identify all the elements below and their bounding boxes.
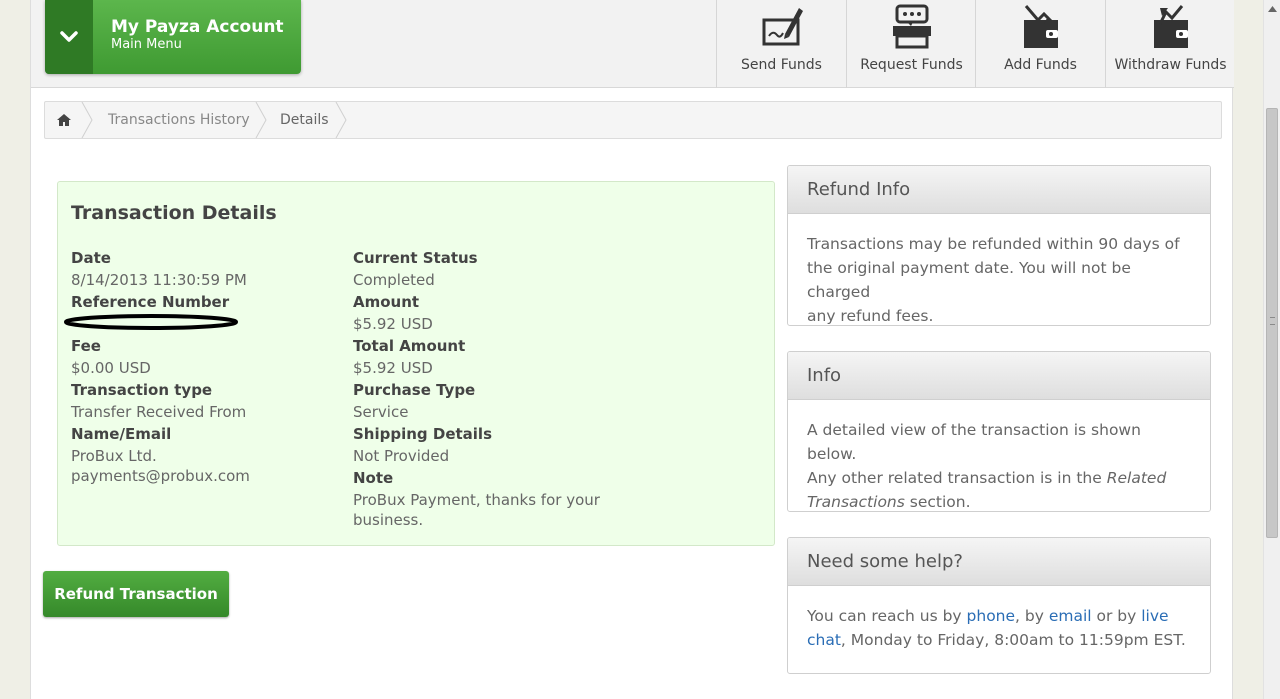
transaction-details-title: Transaction Details [71, 202, 277, 224]
add-funds-label: Add Funds [1004, 57, 1077, 73]
chevron-down-icon [45, 0, 93, 74]
shipping-details-label: Shipping Details [353, 425, 493, 443]
amount-label: Amount [353, 293, 420, 311]
related-transactions-em: Related [1106, 469, 1167, 487]
wallet-withdraw-icon [1106, 4, 1235, 50]
breadcrumb-transactions-history[interactable]: Transactions History [108, 102, 250, 138]
fee-label: Fee [71, 337, 101, 355]
purchase-type-value: Service [353, 403, 409, 421]
total-amount-label: Total Amount [353, 337, 466, 355]
related-transactions-em: Transactions [807, 493, 905, 511]
refund-info-text: Transactions may be refunded within 90 d… [807, 235, 1180, 253]
name-email-label: Name/Email [71, 425, 172, 443]
help-text-part: You can reach us by [807, 607, 967, 625]
account-menu-button[interactable]: My Payza Account Main Menu [45, 0, 301, 74]
help-text-part: or by [1091, 607, 1142, 625]
note-value-line1: ProBux Payment, thanks for your [353, 491, 600, 509]
info-panel: Info A detailed view of the transaction … [787, 351, 1211, 512]
shipping-details-value: Not Provided [353, 447, 450, 465]
page-container: My Payza Account Main Menu Send Funds Re… [30, 0, 1234, 699]
help-text-part: , Monday to Friday, 8:00am to 11:59pm ES… [840, 631, 1186, 649]
current-status-label: Current Status [353, 249, 478, 267]
breadcrumb-separator [255, 102, 267, 138]
scrollbar-grip-icon [1270, 317, 1275, 325]
current-status-value: Completed [353, 271, 435, 289]
help-text-part: , by [1015, 607, 1049, 625]
transaction-type-value: Transfer Received From [71, 403, 247, 421]
phone-link[interactable]: phone [967, 607, 1016, 625]
help-text: chat, Monday to Friday, 8:00am to 11:59p… [807, 628, 1191, 652]
email-link[interactable]: email [1049, 607, 1092, 625]
account-subtitle: Main Menu [111, 37, 182, 52]
info-text-part: section. [904, 493, 971, 511]
refund-info-title: Refund Info [788, 166, 1210, 214]
top-header: My Payza Account Main Menu Send Funds Re… [31, 0, 1234, 88]
request-funds-button[interactable]: Request Funds [846, 0, 976, 88]
info-body: A detailed view of the transaction is sh… [788, 400, 1210, 511]
help-title: Need some help? [788, 538, 1210, 586]
name-value: ProBux Ltd. [71, 447, 157, 465]
account-title: My Payza Account [111, 17, 284, 37]
refund-info-body: Transactions may be refunded within 90 d… [788, 214, 1210, 325]
pen-check-icon [717, 4, 846, 50]
refund-info-text: the original payment date. You will not … [807, 259, 1131, 301]
withdraw-funds-label: Withdraw Funds [1114, 57, 1227, 73]
info-text-part: Any other related transaction is in the [807, 469, 1107, 487]
transaction-details-box: Transaction Details Date 8/14/2013 11:30… [57, 181, 775, 546]
info-text: A detailed view of the transaction is sh… [807, 421, 1141, 463]
refund-transaction-button[interactable]: Refund Transaction [43, 571, 229, 617]
breadcrumb: Transactions History Details [44, 101, 1222, 139]
note-label: Note [353, 469, 394, 487]
help-text: You can reach us by phone, by email or b… [807, 604, 1191, 628]
info-text: Any other related transaction is in the … [807, 466, 1191, 490]
breadcrumb-separator [335, 102, 347, 138]
help-panel: Need some help? You can reach us by phon… [787, 537, 1211, 674]
vertical-scrollbar[interactable] [1263, 0, 1280, 699]
withdraw-funds-button[interactable]: Withdraw Funds [1105, 0, 1235, 88]
printer-chat-icon [847, 4, 976, 50]
scroll-up-arrow-icon[interactable] [1264, 0, 1280, 17]
live-chat-link[interactable]: live [1141, 607, 1168, 625]
info-text: Transactions section. [807, 490, 1191, 511]
reference-number-label: Reference Number [71, 293, 230, 311]
home-icon [56, 112, 72, 128]
wallet-add-icon [976, 4, 1105, 50]
refund-info-text: any refund fees. [807, 307, 934, 325]
add-funds-button[interactable]: Add Funds [975, 0, 1105, 88]
purchase-type-label: Purchase Type [353, 381, 476, 399]
help-body: You can reach us by phone, by email or b… [788, 586, 1210, 652]
breadcrumb-details[interactable]: Details [280, 102, 329, 138]
fee-value: $0.00 USD [71, 359, 151, 377]
refund-info-panel: Refund Info Transactions may be refunded… [787, 165, 1211, 326]
breadcrumb-home[interactable] [45, 102, 83, 138]
total-amount-value: $5.92 USD [353, 359, 433, 377]
info-title: Info [788, 352, 1210, 400]
live-chat-link[interactable]: chat [807, 631, 841, 649]
email-value: payments@probux.com [71, 467, 250, 485]
transaction-type-label: Transaction type [71, 381, 213, 399]
scrollbar-thumb[interactable] [1266, 108, 1278, 538]
send-funds-label: Send Funds [741, 57, 822, 73]
request-funds-label: Request Funds [860, 57, 963, 73]
date-value: 8/14/2013 11:30:59 PM [71, 271, 247, 289]
date-label: Date [71, 249, 111, 267]
send-funds-button[interactable]: Send Funds [716, 0, 846, 88]
breadcrumb-separator [81, 102, 93, 138]
redaction-mark [64, 314, 238, 330]
note-value-line2: business. [353, 511, 424, 529]
amount-value: $5.92 USD [353, 315, 433, 333]
